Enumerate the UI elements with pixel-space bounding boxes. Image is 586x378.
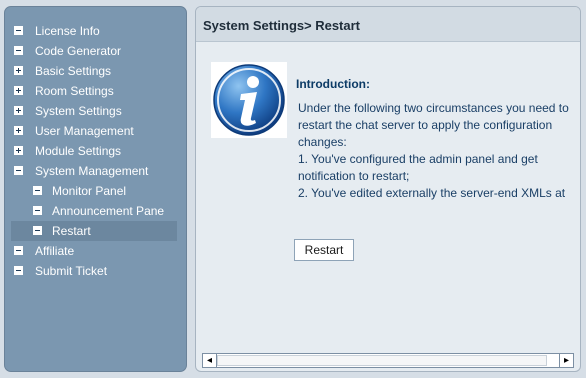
sidebar-item-monitor-panel[interactable]: Monitor Panel: [11, 181, 177, 201]
sidebar: License Info Code Generator Basic Settin…: [4, 6, 187, 372]
sidebar-item-announcement-pane[interactable]: Announcement Pane: [11, 201, 177, 221]
sidebar-item-label: System Settings: [35, 104, 122, 118]
main-panel: System Settings > Restart Introduction: …: [195, 6, 581, 372]
sidebar-item-label: Restart: [52, 224, 91, 238]
minus-icon: [14, 266, 23, 275]
sidebar-nav: License Info Code Generator Basic Settin…: [11, 21, 177, 281]
sidebar-item-module-settings[interactable]: Module Settings: [11, 141, 177, 161]
sidebar-item-user-management[interactable]: User Management: [11, 121, 177, 141]
sidebar-item-label: License Info: [35, 24, 100, 38]
intro-line: 1. You've configured the admin panel and…: [298, 152, 538, 166]
sidebar-item-basic-settings[interactable]: Basic Settings: [11, 61, 177, 81]
breadcrumb-page: > Restart: [304, 18, 360, 33]
intro-text: Under the following two circumstances yo…: [298, 100, 579, 202]
intro-line: notification to restart;: [298, 169, 410, 183]
content-area: Introduction: Under the following two ci…: [197, 42, 579, 354]
sidebar-item-system-settings[interactable]: System Settings: [11, 101, 177, 121]
horizontal-scrollbar[interactable]: ◂ ▸: [202, 353, 574, 368]
intro-title: Introduction:: [296, 77, 370, 91]
minus-icon: [14, 166, 23, 175]
scroll-left-icon[interactable]: ◂: [203, 354, 217, 367]
restart-button[interactable]: Restart: [294, 239, 354, 261]
sidebar-item-room-settings[interactable]: Room Settings: [11, 81, 177, 101]
plus-icon: [14, 146, 23, 155]
breadcrumb: System Settings > Restart: [196, 7, 580, 42]
plus-icon: [14, 126, 23, 135]
sidebar-item-license-info[interactable]: License Info: [11, 21, 177, 41]
minus-icon: [14, 46, 23, 55]
scrollbar-thumb[interactable]: [217, 355, 547, 366]
minus-icon: [33, 226, 42, 235]
sidebar-item-affiliate[interactable]: Affiliate: [11, 241, 177, 261]
sidebar-item-label: System Management: [35, 164, 149, 178]
intro-line: 2. You've edited externally the server-e…: [298, 186, 566, 200]
minus-icon: [14, 26, 23, 35]
sidebar-item-submit-ticket[interactable]: Submit Ticket: [11, 261, 177, 281]
sidebar-item-label: Code Generator: [35, 44, 122, 58]
sidebar-item-restart[interactable]: Restart: [11, 221, 177, 241]
sidebar-item-label: Submit Ticket: [35, 264, 108, 278]
sidebar-item-label: Basic Settings: [35, 64, 112, 78]
info-icon: [211, 62, 287, 138]
sidebar-item-label: Module Settings: [35, 144, 122, 158]
minus-icon: [14, 246, 23, 255]
minus-icon: [33, 186, 42, 195]
intro-line: restart the chat server to apply the con…: [298, 118, 553, 132]
breadcrumb-section: System Settings: [203, 18, 305, 33]
minus-icon: [33, 206, 42, 215]
sidebar-item-code-generator[interactable]: Code Generator: [11, 41, 177, 61]
sidebar-item-label: Announcement Pane: [52, 204, 165, 218]
plus-icon: [14, 106, 23, 115]
plus-icon: [14, 86, 23, 95]
plus-icon: [14, 66, 23, 75]
sidebar-item-label: User Management: [35, 124, 134, 138]
sidebar-item-label: Room Settings: [35, 84, 114, 98]
sidebar-item-label: Affiliate: [35, 244, 75, 258]
intro-line: changes:: [298, 135, 347, 149]
scroll-right-icon[interactable]: ▸: [559, 354, 573, 367]
intro-line: Under the following two circumstances yo…: [298, 101, 569, 115]
sidebar-item-label: Monitor Panel: [52, 184, 127, 198]
sidebar-item-system-management[interactable]: System Management: [11, 161, 177, 181]
